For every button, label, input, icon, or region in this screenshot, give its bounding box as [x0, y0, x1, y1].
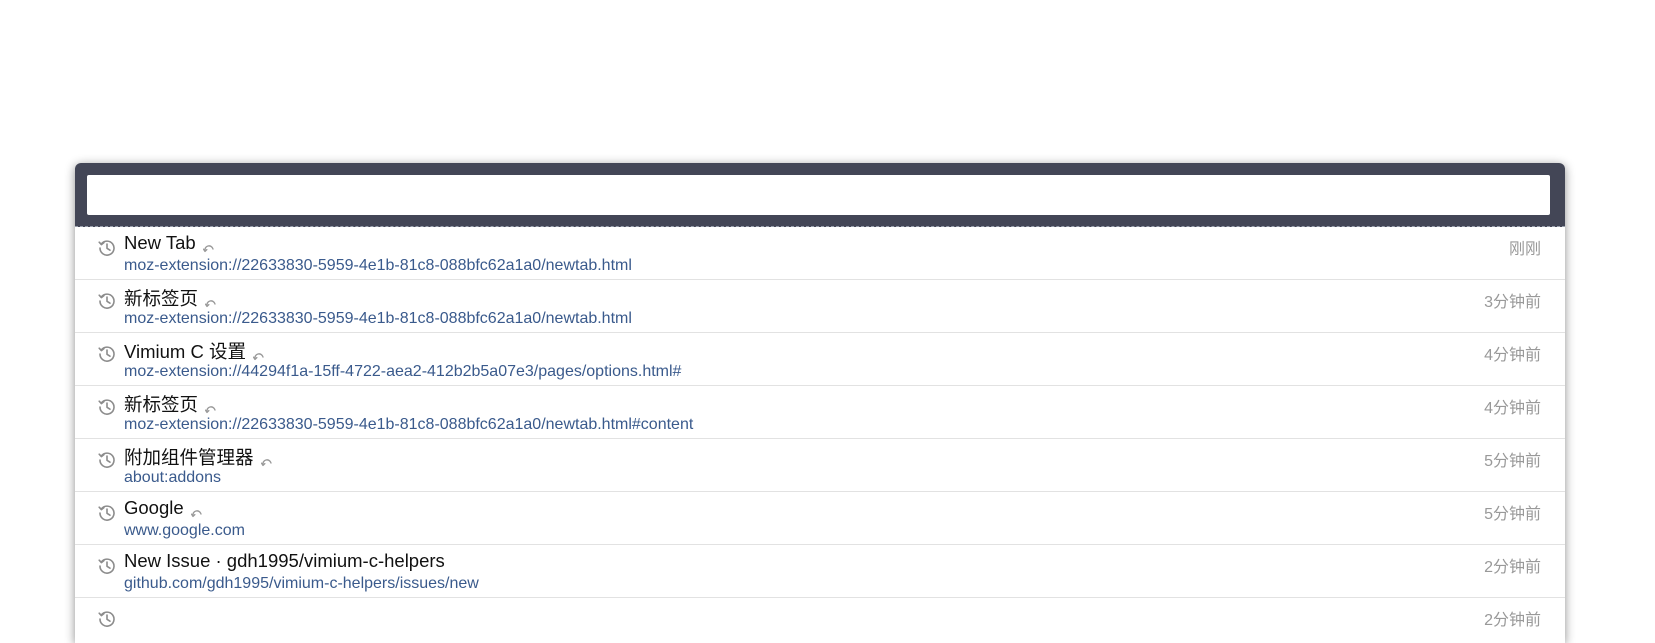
item-title: 新标签页	[124, 394, 199, 415]
item-url: moz-extension://22633830-5959-4e1b-81c8-…	[124, 416, 694, 433]
search-bar	[75, 163, 1565, 227]
history-icon	[97, 609, 117, 629]
search-input[interactable]	[87, 175, 1550, 215]
history-icon	[97, 397, 117, 417]
item-time: 2分钟前	[1484, 612, 1541, 629]
suggestion-list: New Tab moz-extension://22633830-5959-4e1…	[75, 227, 1565, 643]
item-time: 4分钟前	[1484, 400, 1541, 417]
open-tab-icon	[190, 505, 203, 518]
open-tab-icon	[202, 240, 215, 253]
item-title: Google	[124, 497, 184, 518]
history-icon	[97, 556, 117, 576]
item-top-line: Google	[124, 497, 203, 519]
item-title: New Tab	[124, 232, 196, 253]
item-title: 新标签页	[124, 288, 199, 309]
history-icon	[97, 291, 117, 311]
open-tab-icon	[252, 348, 265, 361]
item-top-line: New Issue · gdh1995/vimium-c-helpers	[124, 550, 445, 572]
item-top-line: Vimium C 设置	[124, 338, 265, 364]
item-time: 3分钟前	[1484, 294, 1541, 311]
item-url: www.google.com	[124, 522, 245, 539]
list-item[interactable]: New Issue · gdh1995/vimium-c-helpers gith…	[75, 545, 1565, 598]
open-tab-icon	[260, 454, 273, 467]
item-url: moz-extension://22633830-5959-4e1b-81c8-…	[124, 310, 632, 327]
list-item[interactable]: New Tab moz-extension://22633830-5959-4e1…	[75, 227, 1565, 280]
item-title: 附加组件管理器	[124, 447, 254, 468]
history-icon	[97, 344, 117, 364]
history-icon	[97, 450, 117, 470]
history-icon	[97, 503, 117, 523]
item-title: New Issue · gdh1995/vimium-c-helpers	[124, 550, 445, 571]
list-item[interactable]: Google www.google.com 5分钟前	[75, 492, 1565, 545]
open-tab-icon	[204, 295, 217, 308]
item-time: 2分钟前	[1484, 559, 1541, 576]
open-tab-icon	[204, 401, 217, 414]
item-title: Vimium C 设置	[124, 341, 246, 362]
item-url: about:addons	[124, 469, 221, 486]
item-url: moz-extension://22633830-5959-4e1b-81c8-…	[124, 257, 632, 274]
item-time: 5分钟前	[1484, 506, 1541, 523]
list-item[interactable]: Vimium C 设置 moz-extension://44294f1a-15ff…	[75, 333, 1565, 386]
item-top-line: New Tab	[124, 232, 215, 254]
item-time: 5分钟前	[1484, 453, 1541, 470]
vomnibar-panel: New Tab moz-extension://22633830-5959-4e1…	[75, 163, 1565, 643]
item-url: moz-extension://44294f1a-15ff-4722-aea2-…	[124, 363, 682, 380]
item-time: 4分钟前	[1484, 347, 1541, 364]
list-item[interactable]: 新标签页 moz-extension://22633830-5959-4e1b-8…	[75, 386, 1565, 439]
list-item[interactable]: 附加组件管理器 about:addons 5分钟前	[75, 439, 1565, 492]
item-top-line: 新标签页	[124, 285, 217, 311]
item-top-line: 新标签页	[124, 391, 217, 417]
item-url: github.com/gdh1995/vimium-c-helpers/issu…	[124, 575, 479, 592]
list-item[interactable]: 新标签页 moz-extension://22633830-5959-4e1b-8…	[75, 280, 1565, 333]
history-icon	[97, 238, 117, 258]
item-time: 刚刚	[1508, 241, 1541, 258]
item-top-line: 附加组件管理器	[124, 444, 273, 470]
list-item[interactable]: 2分钟前	[75, 598, 1565, 643]
